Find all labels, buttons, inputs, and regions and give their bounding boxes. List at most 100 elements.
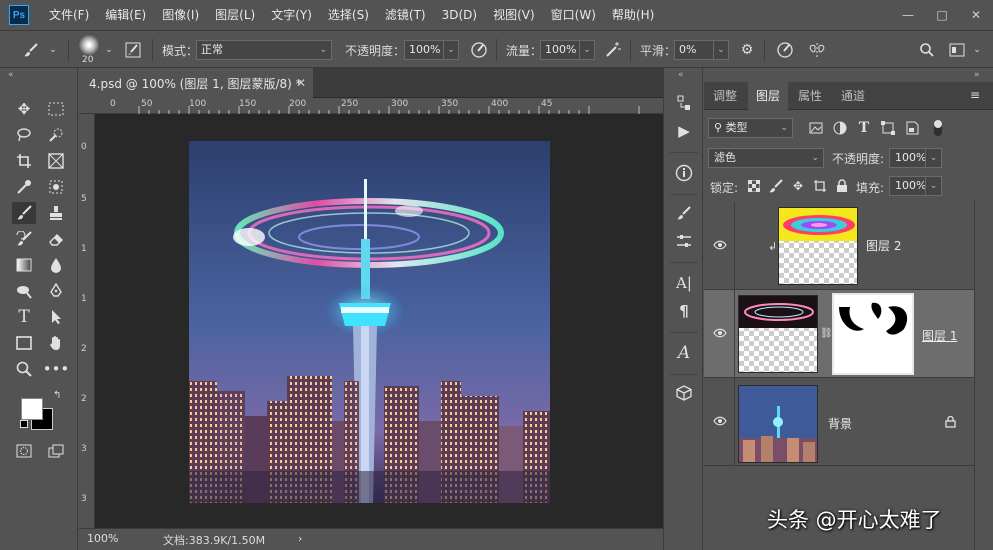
pressure-opacity-icon[interactable] [470,41,488,59]
tab-adjustments[interactable]: 调整 [704,82,746,110]
lasso-tool-icon[interactable] [12,124,36,146]
filter-smart-object-icon[interactable] [904,120,920,136]
layer-name[interactable]: 背景 [828,415,852,432]
quick-mask-icon[interactable] [12,440,36,462]
hand-tool-icon[interactable] [44,332,68,354]
brush-tool-icon[interactable] [12,202,36,224]
crop-tool-icon[interactable] [12,150,36,172]
filter-pixel-icon[interactable] [808,120,824,136]
canvas-image[interactable] [189,141,550,503]
lock-position-icon[interactable]: ✥ [790,178,806,194]
quick-select-icon[interactable] [44,124,68,146]
pressure-size-icon[interactable] [776,41,794,59]
dodge-icon[interactable] [12,280,36,302]
panel-menu-icon[interactable]: ≡ [970,88,980,102]
symmetry-icon[interactable] [808,41,826,59]
smoothing-input[interactable]: 0% [674,40,714,60]
path-select-icon[interactable] [44,306,68,328]
flow-dropdown[interactable]: ⌄ [579,40,595,60]
history-brush-icon[interactable] [12,228,36,250]
status-menu-arrow[interactable]: › [298,532,302,545]
opacity-dropdown[interactable]: ⌄ [443,40,459,60]
info-icon[interactable] [672,162,696,184]
marquee-tool-icon[interactable] [44,98,68,120]
stamp-tool-icon[interactable] [44,202,68,224]
zoom-level[interactable]: 100% [87,532,118,545]
close-tab-icon[interactable]: ✕ [296,76,306,90]
maximize-button[interactable]: □ [925,0,959,30]
lock-pixels-icon[interactable] [768,178,784,194]
eraser-icon[interactable] [44,228,68,250]
character-icon[interactable]: A| [672,272,696,294]
filter-shape-icon[interactable] [880,120,896,136]
blur-drop-icon[interactable] [44,254,68,276]
menu-view[interactable]: 视图(V) [485,0,543,30]
visibility-eye-icon[interactable] [712,238,728,252]
layer-row[interactable]: ⛓ 图层 1 [704,290,974,378]
type-tool-icon[interactable]: T [12,306,36,328]
brush-tool-icon[interactable] [22,41,40,59]
menu-select[interactable]: 选择(S) [320,0,377,30]
visibility-eye-icon[interactable] [712,326,728,340]
filter-type-icon[interactable]: T [856,120,872,136]
layer-row[interactable]: ↲ 图层 2 [704,202,974,290]
document-tab[interactable]: 4.psd @ 100% (图层 1, 图层蒙版/8) * [79,68,313,98]
menu-filter[interactable]: 滤镜(T) [377,0,434,30]
menu-file[interactable]: 文件(F) [41,0,97,30]
layers-scrollbar[interactable] [974,200,993,550]
gear-icon[interactable]: ⚙ [738,41,756,59]
pen-tool-icon[interactable] [44,280,68,302]
paragraph-icon[interactable]: ¶ [672,300,696,322]
filter-adjustment-icon[interactable] [832,120,848,136]
brush-settings-icon[interactable] [124,41,142,59]
lock-artboard-icon[interactable] [812,178,828,194]
layer-name[interactable]: 图层 2 [866,237,901,254]
move-tool-icon[interactable]: ✥ [12,98,36,120]
close-button[interactable]: ✕ [959,0,993,30]
layer-mask-thumbnail[interactable] [832,293,914,375]
workspace-icon[interactable] [948,41,966,59]
layer-opacity-dropdown[interactable]: ⌄ [925,148,942,168]
swap-colors-icon[interactable]: ↰ [53,390,61,401]
filter-toggle[interactable] [934,120,942,136]
eyedropper-icon[interactable] [12,176,36,198]
fill-dropdown[interactable]: ⌄ [925,176,942,196]
menu-type[interactable]: 文字(Y) [263,0,320,30]
fill-input[interactable]: 100% [889,176,926,196]
foreground-color-swatch[interactable] [21,398,43,420]
link-chain-icon[interactable]: ⛓ [820,328,833,339]
layer-filter-select[interactable]: ⚲ 类型 ⌄ [708,118,793,138]
rectangle-tool-icon[interactable] [12,332,36,354]
minimize-button[interactable]: — [891,0,925,30]
tab-channels[interactable]: 通道 [832,82,874,110]
tab-layers[interactable]: 图层 [748,82,788,110]
zoom-tool-icon[interactable] [12,358,36,380]
mode-select[interactable]: 正常 ⌄ [196,40,332,60]
brush-preset-icon[interactable] [79,35,99,55]
sliders-icon[interactable] [672,230,696,252]
collapse-icon[interactable]: » [974,70,980,80]
tab-properties[interactable]: 属性 [790,82,830,110]
gradient-icon[interactable] [12,254,36,276]
play-action-icon[interactable]: ▶ [672,120,696,142]
glyphs-icon[interactable]: A [672,342,696,364]
layer-thumbnail[interactable] [738,295,818,373]
menu-image[interactable]: 图像(I) [154,0,207,30]
menu-3d[interactable]: 3D(D) [434,0,485,30]
menu-window[interactable]: 窗口(W) [543,0,604,30]
expand-icon[interactable]: « [678,70,684,80]
layer-name[interactable]: 图层 1 [922,327,957,344]
screen-mode-icon[interactable] [44,440,68,462]
blend-mode-select[interactable]: 滤色 ⌄ [708,148,824,168]
search-icon[interactable] [918,41,936,59]
smoothing-dropdown[interactable]: ⌄ [713,40,729,60]
chevron-down-icon[interactable]: ⌄ [968,41,986,59]
lock-transparency-icon[interactable] [746,178,762,194]
collapse-icon[interactable]: « [8,70,14,80]
default-colors-icon[interactable] [20,420,28,428]
flow-input[interactable]: 100% [540,40,580,60]
object-select-icon[interactable] [44,176,68,198]
history-icon[interactable] [672,92,696,114]
visibility-eye-icon[interactable] [712,414,728,428]
layer-opacity-input[interactable]: 100% [889,148,926,168]
